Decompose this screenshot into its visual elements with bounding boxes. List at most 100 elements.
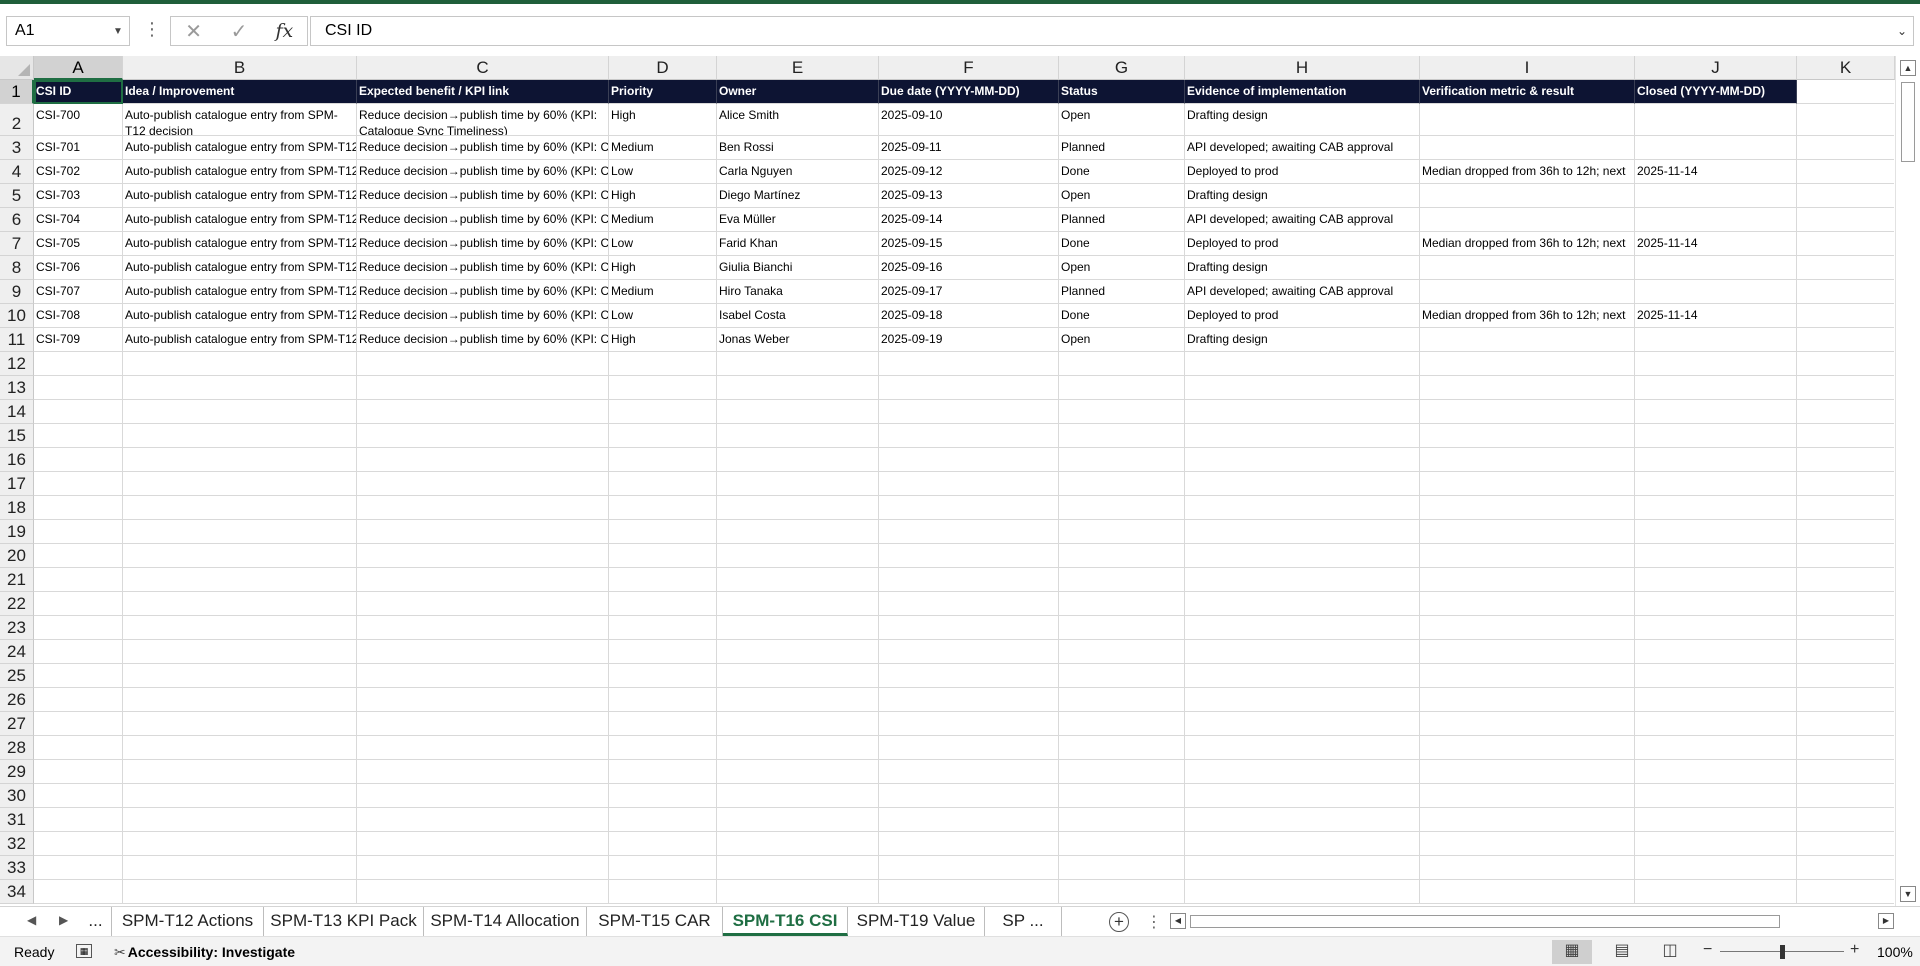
empty-cell[interactable] [879,832,1059,856]
empty-cell[interactable] [609,400,717,424]
empty-cell[interactable] [357,400,609,424]
empty-cell[interactable] [1635,496,1797,520]
empty-cell[interactable] [1059,832,1185,856]
empty-cell[interactable] [1635,424,1797,448]
table-cell[interactable]: Low [609,304,717,328]
empty-cell[interactable] [717,568,879,592]
table-cell[interactable]: Deployed to prod [1185,232,1420,256]
empty-cell[interactable] [1797,256,1894,280]
empty-cell[interactable] [879,640,1059,664]
empty-cell[interactable] [1059,688,1185,712]
empty-cell[interactable] [1420,400,1635,424]
empty-cell[interactable] [34,688,123,712]
empty-cell[interactable] [34,376,123,400]
empty-cell[interactable] [1185,520,1420,544]
row-header-11[interactable]: 11 [0,328,34,352]
empty-cell[interactable] [717,640,879,664]
more-options-icon[interactable]: ⋮ [1146,912,1162,932]
empty-cell[interactable] [1635,832,1797,856]
empty-cell[interactable] [34,424,123,448]
table-cell[interactable]: Carla Nguyen [717,160,879,184]
empty-cell[interactable] [1185,688,1420,712]
empty-cell[interactable] [1635,592,1797,616]
table-cell[interactable]: 2025-09-14 [879,208,1059,232]
empty-cell[interactable] [1059,376,1185,400]
table-cell[interactable]: Jonas Weber [717,328,879,352]
empty-cell[interactable] [609,472,717,496]
empty-cell[interactable] [357,664,609,688]
empty-cell[interactable] [1185,400,1420,424]
accessibility-checker[interactable]: ✂ Accessibility: Investigate [114,944,295,961]
empty-cell[interactable] [1059,352,1185,376]
empty-cell[interactable] [34,592,123,616]
empty-cell[interactable] [123,376,357,400]
empty-cell[interactable] [357,880,609,904]
empty-cell[interactable] [1185,424,1420,448]
table-header-cell[interactable]: Priority [609,80,717,104]
scroll-right-icon[interactable]: ▶ [1878,913,1894,929]
formula-input[interactable]: CSI ID ⌄ [310,16,1914,46]
table-cell[interactable]: Reduce decision→publish time by 60% (KPI… [357,104,609,136]
empty-cell[interactable] [357,808,609,832]
table-cell[interactable]: 2025-09-10 [879,104,1059,136]
table-cell[interactable]: Drafting design [1185,104,1420,136]
empty-cell[interactable] [1420,760,1635,784]
column-header-i[interactable]: I [1420,56,1635,80]
empty-cell[interactable] [609,784,717,808]
empty-cell[interactable] [357,640,609,664]
empty-cell[interactable] [1797,400,1894,424]
empty-cell[interactable] [1059,472,1185,496]
empty-cell[interactable] [717,472,879,496]
empty-cell[interactable] [879,808,1059,832]
table-cell[interactable]: API developed; awaiting CAB approval [1185,136,1420,160]
empty-cell[interactable] [1635,880,1797,904]
empty-cell[interactable] [34,544,123,568]
empty-cell[interactable] [609,640,717,664]
empty-cell[interactable] [879,592,1059,616]
empty-cell[interactable] [34,712,123,736]
empty-cell[interactable] [1059,784,1185,808]
empty-cell[interactable] [879,856,1059,880]
empty-cell[interactable] [1797,808,1894,832]
table-cell[interactable]: High [609,328,717,352]
table-cell[interactable]: 2025-09-11 [879,136,1059,160]
table-header-cell[interactable] [1797,80,1894,104]
empty-cell[interactable] [879,376,1059,400]
empty-cell[interactable] [717,784,879,808]
vertical-scroll-thumb[interactable] [1901,82,1915,162]
empty-cell[interactable] [879,736,1059,760]
empty-cell[interactable] [123,808,357,832]
row-header-7[interactable]: 7 [0,232,34,256]
select-all-corner[interactable] [0,56,34,80]
empty-cell[interactable] [357,352,609,376]
table-cell[interactable]: Auto-publish catalogue entry from SPM-T1… [123,232,357,256]
empty-cell[interactable] [1059,736,1185,760]
empty-cell[interactable] [1185,616,1420,640]
table-cell[interactable]: Reduce decision→publish time by 60% (KPI… [357,184,609,208]
empty-cell[interactable] [1059,808,1185,832]
table-cell[interactable]: Open [1059,256,1185,280]
empty-cell[interactable] [717,664,879,688]
empty-cell[interactable] [879,616,1059,640]
empty-cell[interactable] [717,544,879,568]
empty-cell[interactable] [1635,520,1797,544]
column-header-f[interactable]: F [879,56,1059,80]
empty-cell[interactable] [34,616,123,640]
empty-cell[interactable] [34,784,123,808]
column-header-d[interactable]: D [609,56,717,80]
empty-cell[interactable] [1059,712,1185,736]
table-cell[interactable] [1420,280,1635,304]
table-cell[interactable]: Medium [609,136,717,160]
row-header-5[interactable]: 5 [0,184,34,208]
empty-cell[interactable] [879,520,1059,544]
empty-cell[interactable] [1797,352,1894,376]
empty-cell[interactable] [1185,760,1420,784]
empty-cell[interactable] [123,760,357,784]
row-header-13[interactable]: 13 [0,376,34,400]
empty-cell[interactable] [1420,712,1635,736]
empty-cell[interactable] [609,856,717,880]
table-cell[interactable]: Planned [1059,280,1185,304]
table-cell[interactable]: 2025-11-14 [1635,232,1797,256]
horizontal-scrollbar[interactable]: ◀ ▶ [1170,912,1894,932]
table-cell[interactable]: Auto-publish catalogue entry from SPM-T1… [123,304,357,328]
